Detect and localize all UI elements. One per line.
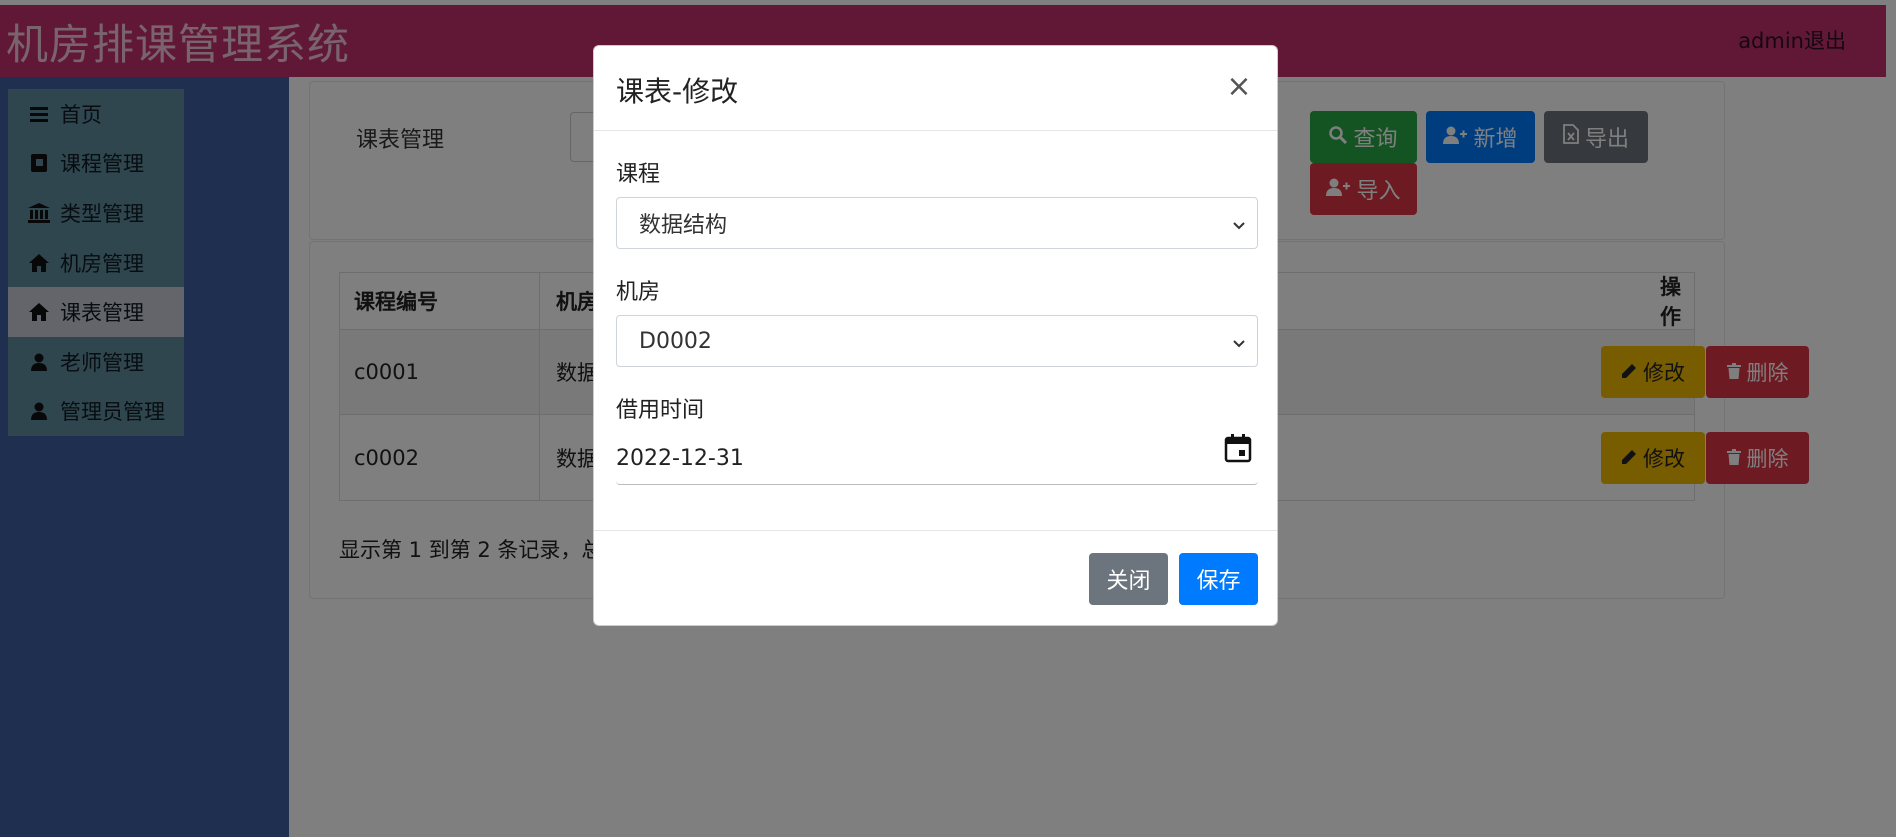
- room-select-value: D0002: [639, 328, 712, 354]
- room-label: 机房: [616, 280, 661, 305]
- close-icon[interactable]: ×: [1223, 68, 1255, 104]
- modal-header: 课表-修改 ×: [594, 46, 1277, 131]
- course-select[interactable]: 数据结构: [616, 197, 1258, 249]
- date-input[interactable]: 2022-12-31: [616, 433, 1258, 485]
- date-input-value: 2022-12-31: [616, 446, 744, 471]
- room-select[interactable]: D0002: [616, 315, 1258, 367]
- time-label: 借用时间: [616, 398, 705, 423]
- chevron-down-icon: [1231, 332, 1247, 348]
- chevron-down-icon: [1231, 214, 1247, 230]
- course-select-value: 数据结构: [639, 213, 728, 238]
- course-label: 课程: [616, 162, 661, 187]
- modal-footer: 关闭 保存: [594, 530, 1277, 627]
- modal-title: 课表-修改: [616, 75, 739, 108]
- calendar-icon[interactable]: [1224, 433, 1254, 465]
- close-button[interactable]: 关闭: [1089, 553, 1168, 605]
- edit-schedule-modal: 课表-修改 × 课程 数据结构 机房 D0002 借用时间 2022-12-31…: [593, 45, 1278, 626]
- save-button[interactable]: 保存: [1179, 553, 1258, 605]
